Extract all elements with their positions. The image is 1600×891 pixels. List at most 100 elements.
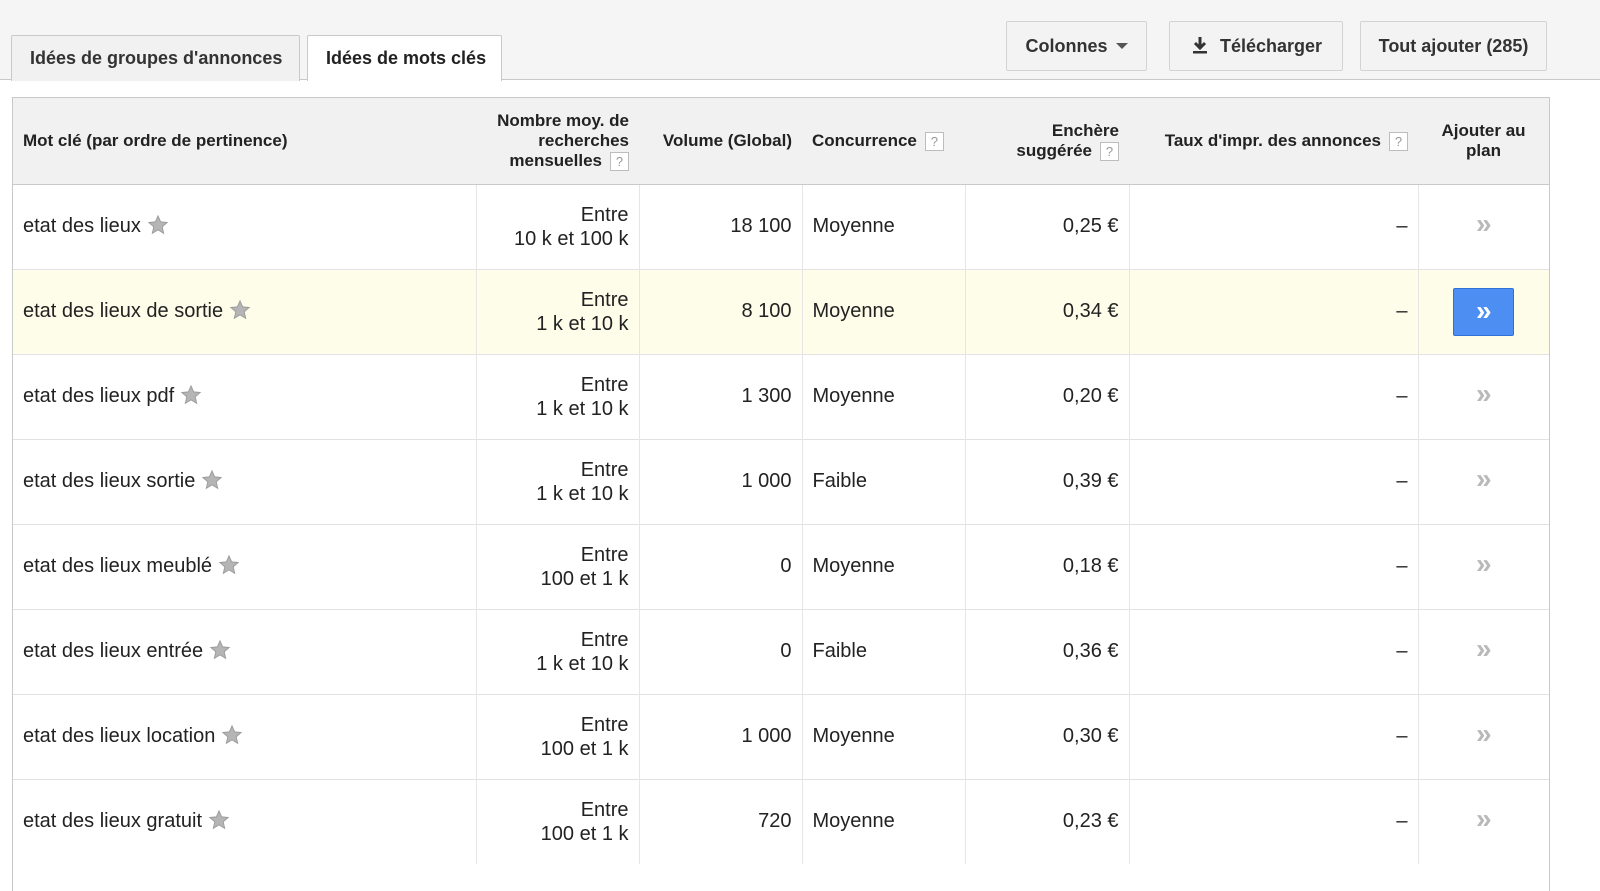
table-row: etat des lieux pdf Entre 1 k et 10 k 1 3… <box>13 353 1549 439</box>
add-to-plan-cell: » <box>1417 268 1549 354</box>
volume-cell: 0 <box>638 608 802 694</box>
volume-cell: 18 100 <box>638 183 802 269</box>
table-row: etat des lieux de sortie Entre 1 k et 10… <box>13 268 1549 354</box>
keyword-ideas-table: Mot clé (par ordre de pertinence) Nombre… <box>12 97 1550 891</box>
table-row: etat des lieux meublé Entre 100 et 1 k 0… <box>13 523 1549 609</box>
avg-searches-cell: Entre 100 et 1 k <box>475 693 639 779</box>
star-icon[interactable] <box>218 554 240 576</box>
range-line2: 100 et 1 k <box>540 737 629 760</box>
bid-cell: 0,23 € <box>964 778 1129 864</box>
impression-share-cell: – <box>1128 693 1418 779</box>
header-impression-share[interactable]: Taux d'impr. des annonces? <box>1129 98 1418 185</box>
keyword-text: etat des lieux sortie <box>23 470 196 492</box>
volume-cell: 1 000 <box>638 438 802 524</box>
add-to-plan-cell: » <box>1417 693 1549 779</box>
competition-cell: Moyenne <box>801 183 965 269</box>
help-icon[interactable]: ? <box>1100 141 1119 161</box>
keyword-cell: etat des lieux meublé <box>13 523 476 609</box>
keyword-text: etat des lieux entrée <box>23 640 204 662</box>
keyword-text: etat des lieux <box>23 215 141 237</box>
keyword-cell: etat des lieux pdf <box>13 353 476 439</box>
add-to-plan-cell: » <box>1417 438 1549 524</box>
impression-share-cell: – <box>1128 778 1418 864</box>
avg-searches-cell: Entre 1 k et 10 k <box>475 268 639 354</box>
star-icon[interactable] <box>229 299 251 321</box>
header-avg-searches-line3: mensuelles <box>509 150 602 170</box>
avg-searches-cell: Entre 10 k et 100 k <box>475 183 639 269</box>
volume-cell: 1 000 <box>638 693 802 779</box>
header-suggested-bid[interactable]: Enchère suggérée? <box>965 98 1129 185</box>
star-icon[interactable] <box>180 384 202 406</box>
impression-share-cell: – <box>1128 438 1418 524</box>
volume-cell: 0 <box>638 523 802 609</box>
star-icon[interactable] <box>147 214 169 236</box>
help-icon[interactable]: ? <box>610 151 629 171</box>
star-icon[interactable] <box>201 469 223 491</box>
bid-cell: 0,25 € <box>964 183 1129 269</box>
competition-cell: Moyenne <box>801 268 965 354</box>
impression-share-cell: – <box>1128 523 1418 609</box>
impression-share-cell: – <box>1128 183 1418 269</box>
tab-ad-group-ideas[interactable]: Idées de groupes d'annonces <box>11 35 300 81</box>
header-avg-searches-line2: recherches <box>538 130 629 150</box>
competition-cell: Moyenne <box>801 353 965 439</box>
header-keyword[interactable]: Mot clé (par ordre de pertinence) <box>13 98 476 185</box>
add-all-button[interactable]: Tout ajouter (285) <box>1360 21 1547 71</box>
table-row: etat des lieux sortie Entre 1 k et 10 k … <box>13 438 1549 524</box>
competition-cell: Moyenne <box>801 778 965 864</box>
columns-button[interactable]: Colonnes <box>1006 21 1147 71</box>
range-line2: 100 et 1 k <box>540 822 629 845</box>
add-to-plan-button[interactable]: » <box>1476 718 1492 749</box>
range-line1: Entre <box>580 373 629 396</box>
header-competition[interactable]: Concurrence? <box>802 98 965 185</box>
volume-cell: 720 <box>638 778 802 864</box>
caret-down-icon <box>1115 43 1128 50</box>
download-button[interactable]: Télécharger <box>1169 21 1343 71</box>
download-label: Télécharger <box>1219 36 1323 56</box>
bid-cell: 0,30 € <box>964 693 1129 779</box>
add-to-plan-button[interactable]: » <box>1476 378 1492 409</box>
header-competition-label: Concurrence <box>812 130 917 150</box>
keyword-text: etat des lieux pdf <box>23 385 175 407</box>
competition-cell: Faible <box>801 608 965 694</box>
table-row: etat des lieux Entre 10 k et 100 k 18 10… <box>13 183 1549 269</box>
header-add-to-plan: Ajouter au plan <box>1418 98 1549 185</box>
star-icon[interactable] <box>208 809 230 831</box>
help-icon[interactable]: ? <box>1389 131 1408 151</box>
table-row: etat des lieux gratuit Entre 100 et 1 k … <box>13 778 1549 864</box>
add-to-plan-button[interactable]: » <box>1476 803 1492 834</box>
header-bid-line2: suggérée <box>1016 140 1092 160</box>
header-keyword-label: Mot clé (par ordre de pertinence) <box>23 130 288 150</box>
keyword-cell: etat des lieux entrée <box>13 608 476 694</box>
avg-searches-cell: Entre 1 k et 10 k <box>475 438 639 524</box>
competition-cell: Moyenne <box>801 523 965 609</box>
bid-cell: 0,39 € <box>964 438 1129 524</box>
add-to-plan-button[interactable]: » <box>1476 208 1492 239</box>
keyword-cell: etat des lieux <box>13 183 476 269</box>
keyword-text: etat des lieux location <box>23 725 216 747</box>
star-icon[interactable] <box>221 724 243 746</box>
keyword-text: etat des lieux gratuit <box>23 810 202 833</box>
avg-searches-cell: Entre 100 et 1 k <box>475 523 639 609</box>
header-avg-searches[interactable]: Nombre moy. de recherches mensuelles? <box>476 98 639 185</box>
range-line1: Entre <box>580 288 629 311</box>
bid-cell: 0,34 € <box>964 268 1129 354</box>
table-row: etat des lieux location Entre 100 et 1 k… <box>13 693 1549 779</box>
impression-share-cell: – <box>1128 353 1418 439</box>
impression-share-cell: – <box>1128 608 1418 694</box>
columns-label: Colonnes <box>1025 36 1108 56</box>
header-volume[interactable]: Volume (Global) <box>639 98 802 185</box>
star-icon[interactable] <box>209 639 231 661</box>
tab-keyword-ideas[interactable]: Idées de mots clés <box>307 35 502 81</box>
header-bid-line1: Enchère <box>1051 120 1119 140</box>
help-icon[interactable]: ? <box>924 131 944 151</box>
bid-cell: 0,18 € <box>964 523 1129 609</box>
add-to-plan-button[interactable]: » <box>1476 463 1492 494</box>
keyword-cell: etat des lieux location <box>13 693 476 779</box>
add-to-plan-button[interactable]: » <box>1453 287 1515 336</box>
add-to-plan-button[interactable]: » <box>1476 633 1492 664</box>
range-line1: Entre <box>580 628 629 651</box>
header-avg-searches-line1: Nombre moy. de <box>497 110 629 130</box>
add-to-plan-cell: » <box>1417 608 1549 694</box>
add-to-plan-button[interactable]: » <box>1476 548 1492 579</box>
